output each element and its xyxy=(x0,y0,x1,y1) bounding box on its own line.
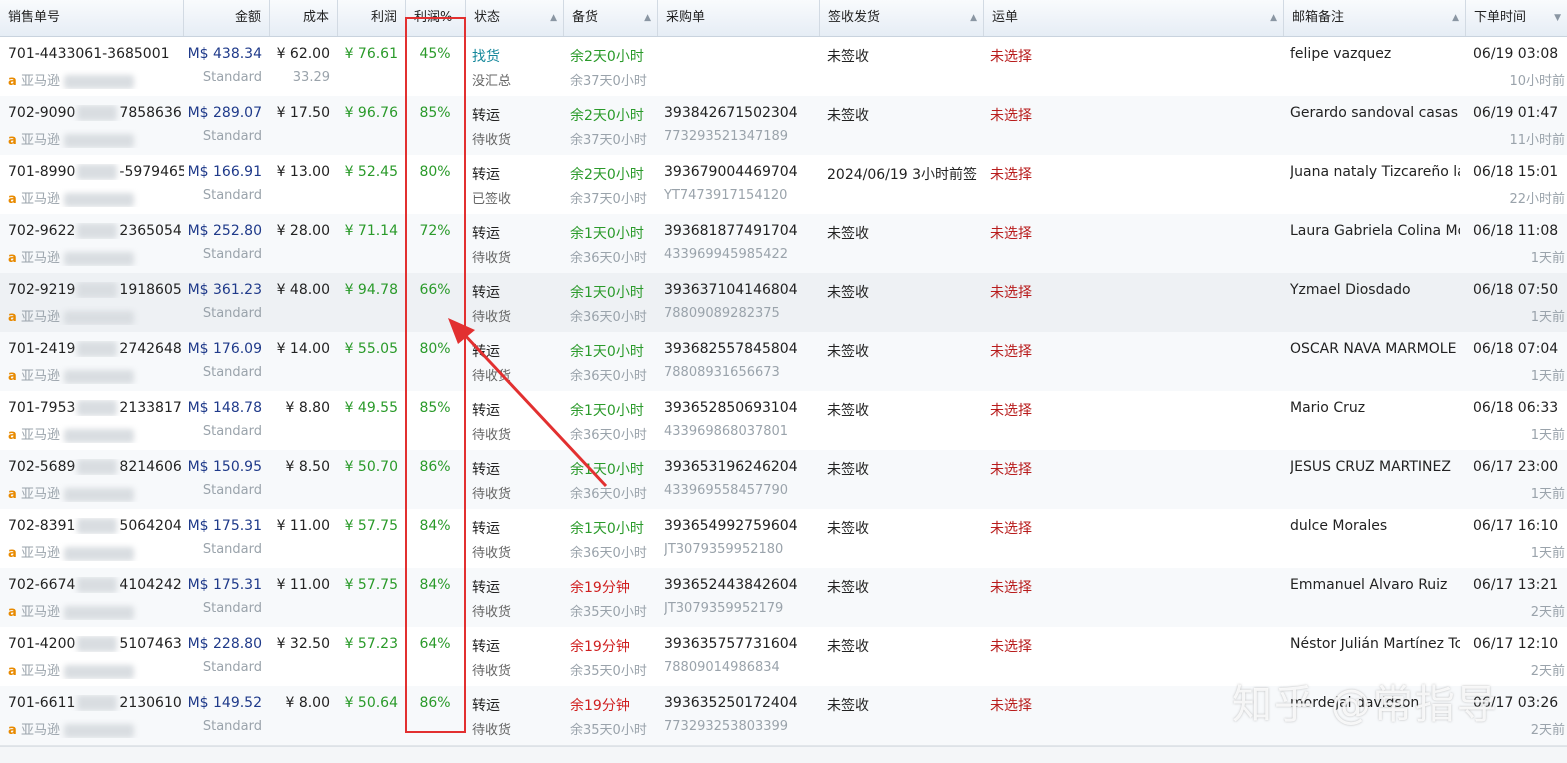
watermark: 知乎 @常指导 xyxy=(1232,682,1499,728)
annotation-arrow xyxy=(448,318,608,488)
horizontal-scrollbar[interactable] xyxy=(0,746,1567,763)
